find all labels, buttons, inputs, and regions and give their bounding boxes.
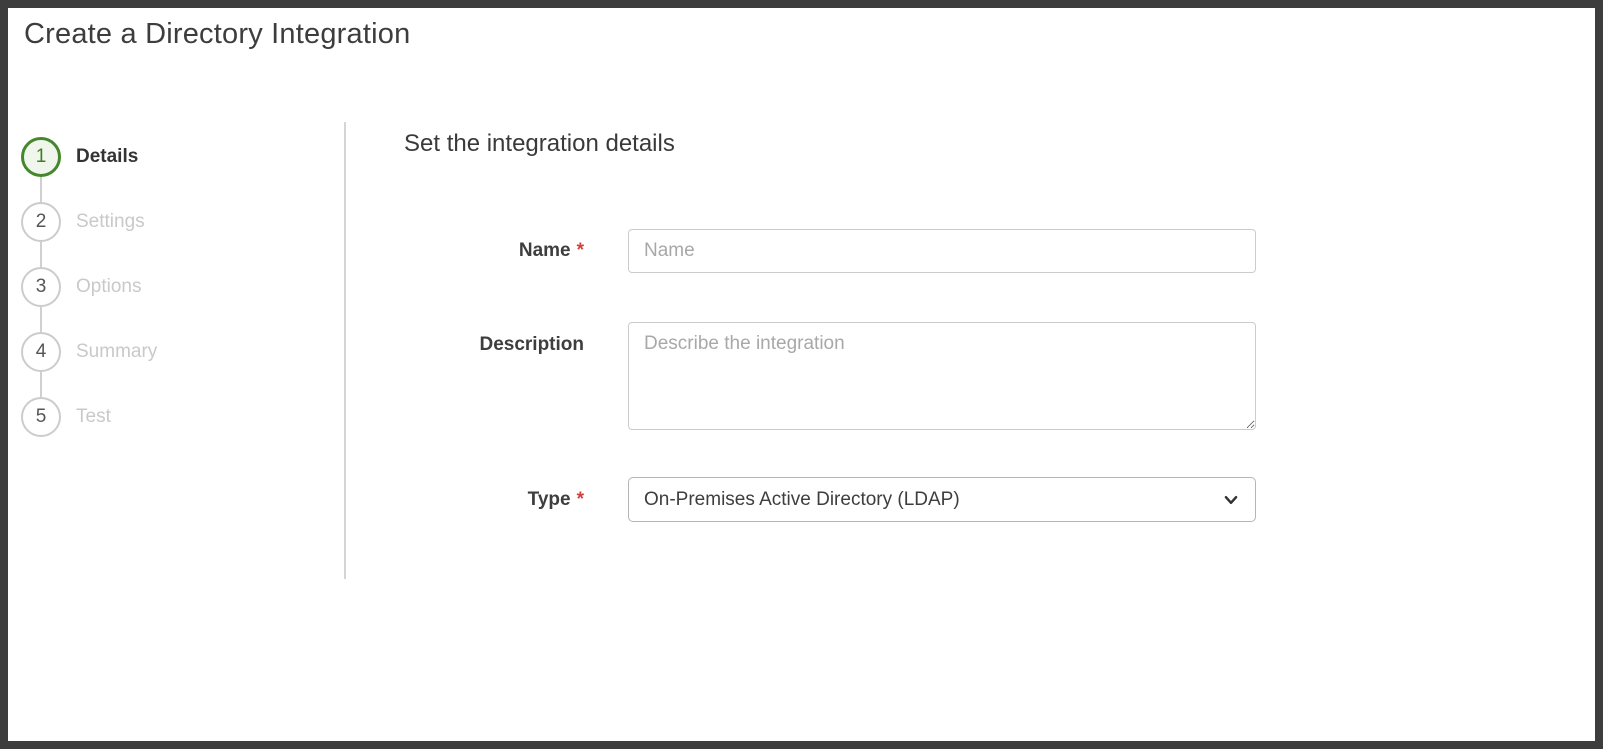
stepper-step-test: 5 Test bbox=[21, 397, 111, 437]
step-2-number: 2 bbox=[36, 211, 47, 233]
stepper-step-details: 1 Details bbox=[21, 137, 138, 177]
stepper-step-settings: 2 Settings bbox=[21, 202, 145, 242]
stepper-connector bbox=[40, 372, 42, 397]
step-1-indicator: 1 bbox=[21, 137, 61, 177]
step-3-number: 3 bbox=[36, 276, 47, 298]
name-field-row: Name* bbox=[404, 229, 1256, 273]
stepper-step-options: 3 Options bbox=[21, 267, 141, 307]
name-field-label: Name* bbox=[404, 239, 584, 263]
description-field-label: Description bbox=[404, 322, 584, 357]
stepper-content-divider bbox=[344, 122, 346, 579]
step-3-indicator: 3 bbox=[21, 267, 61, 307]
stepper-step-summary: 4 Summary bbox=[21, 332, 157, 372]
page-title: Create a Directory Integration bbox=[24, 14, 410, 54]
required-asterisk: * bbox=[577, 240, 584, 261]
step-1-number: 1 bbox=[36, 146, 47, 168]
type-field-label: Type* bbox=[404, 488, 584, 512]
form-heading: Set the integration details bbox=[404, 130, 675, 158]
stepper-connector bbox=[40, 307, 42, 332]
step-5-label: Test bbox=[76, 406, 111, 428]
step-4-number: 4 bbox=[36, 341, 47, 363]
type-select-wrapper: On-Premises Active Directory (LDAP) bbox=[628, 477, 1256, 522]
step-3-label: Options bbox=[76, 276, 141, 298]
description-textarea[interactable] bbox=[628, 322, 1256, 430]
step-5-indicator: 5 bbox=[21, 397, 61, 437]
description-field-row: Description bbox=[404, 322, 1256, 430]
stepper-connector bbox=[40, 242, 42, 267]
step-4-indicator: 4 bbox=[21, 332, 61, 372]
step-2-label: Settings bbox=[76, 211, 145, 233]
stepper-connector bbox=[40, 177, 42, 202]
create-directory-integration-window: Create a Directory Integration 1 Details… bbox=[0, 0, 1603, 749]
name-input[interactable] bbox=[628, 229, 1256, 273]
step-5-number: 5 bbox=[36, 406, 47, 428]
wizard-stepper: 1 Details 2 Settings 3 Options 4 Summary bbox=[21, 137, 157, 437]
type-field-row: Type* On-Premises Active Directory (LDAP… bbox=[404, 477, 1256, 522]
step-1-label: Details bbox=[76, 146, 138, 168]
step-2-indicator: 2 bbox=[21, 202, 61, 242]
step-4-label: Summary bbox=[76, 341, 157, 363]
required-asterisk: * bbox=[577, 489, 584, 510]
type-select[interactable]: On-Premises Active Directory (LDAP) bbox=[628, 477, 1256, 522]
